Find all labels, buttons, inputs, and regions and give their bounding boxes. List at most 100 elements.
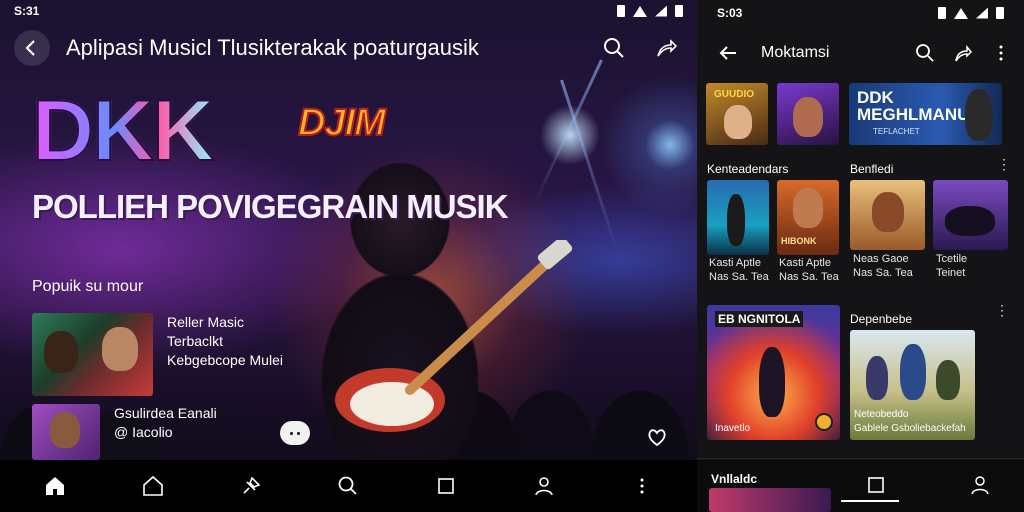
library-panel: S:03 Moktamsi GUUDIO DDK MEGHLMANU TEFLA… <box>697 0 1024 512</box>
home-filled-icon <box>45 477 64 495</box>
tile-caption-line: Nas Sa. Tea <box>853 267 913 279</box>
artist-face <box>44 331 78 373</box>
tile-caption: Neteobeddo Gablele Gsboliebackefah <box>854 408 966 436</box>
app-root: S:31 Aplipasi Musicl Tlusikterakak poatu… <box>0 0 1024 512</box>
profile-icon <box>535 477 553 496</box>
signal-icon <box>976 7 988 19</box>
artist-silhouette <box>727 194 745 246</box>
featured-album-label: DDK MEGHLMANU <box>857 88 970 124</box>
section1-right-label: Benfledi <box>850 162 894 176</box>
album-tile[interactable]: HIBONK <box>777 180 839 255</box>
nav-home[interactable] <box>133 466 173 506</box>
status-bar: S:31 <box>0 0 697 22</box>
song-meta: Kebgebcope Mulei <box>167 352 283 368</box>
album-tile[interactable] <box>709 488 831 512</box>
popular-section-label: Popuik su mour <box>32 278 144 295</box>
song-title: Gsulirdea Eanali <box>114 405 217 421</box>
album-tile[interactable]: GUUDIO <box>706 83 768 145</box>
search-button[interactable] <box>910 38 940 68</box>
artist-face <box>872 192 904 232</box>
nav-profile[interactable] <box>524 466 564 506</box>
status-time: S:31 <box>14 4 40 18</box>
album-tile[interactable] <box>777 83 839 145</box>
share-icon <box>657 39 677 57</box>
artist-face <box>724 105 752 139</box>
artist-silhouette <box>965 89 993 141</box>
more-icon <box>999 45 1003 61</box>
search-icon <box>916 44 934 62</box>
album-art <box>32 404 100 460</box>
artist-silhouette <box>936 360 960 400</box>
album-tile[interactable]: Neteobeddo Gablele Gsboliebackefah <box>850 330 975 440</box>
tile-caption-line: Nas Sa. Tea <box>709 271 769 283</box>
wifi-icon <box>633 5 647 17</box>
tile-caption-line: Kasti Aptle <box>779 257 831 269</box>
back-arrow-icon <box>25 40 35 56</box>
nav-more[interactable] <box>622 466 662 506</box>
search-icon <box>339 476 358 495</box>
back-button[interactable] <box>14 30 50 66</box>
tile-caption-line: Teinet <box>936 267 966 279</box>
album-art <box>32 313 153 396</box>
status-time: S:03 <box>717 6 743 20</box>
library-title: Moktamsi <box>761 44 830 61</box>
artist-face <box>793 188 823 228</box>
battery-icon <box>996 7 1004 19</box>
tile-caption-line: Nas Sa. Tea <box>779 271 839 283</box>
tile-caption-line: Neas Gaoe <box>853 253 909 265</box>
share-button[interactable] <box>649 31 683 65</box>
featured-tile-title: EB NGNITOLA <box>715 311 804 327</box>
back-button[interactable] <box>713 38 743 68</box>
hero-subtitle: POLLIEH POVIGEGRAIN MUSIK <box>32 188 509 225</box>
overflow-menu-button[interactable] <box>986 38 1016 68</box>
back-arrow-icon <box>719 46 736 60</box>
active-tab-indicator <box>841 500 899 502</box>
nav-search[interactable] <box>328 466 368 506</box>
main-player-panel: S:31 Aplipasi Musicl Tlusikterakak poatu… <box>0 0 697 512</box>
battery-icon <box>675 5 683 17</box>
stage-light-beam <box>532 59 603 206</box>
artist-face <box>793 97 823 137</box>
nav-pin[interactable] <box>231 466 271 506</box>
search-button[interactable] <box>597 31 631 65</box>
song-card-text: Reller Masic Terbaclkt Kebgebcope Mulei <box>167 313 283 396</box>
battery-icon <box>938 7 946 19</box>
signal-icon <box>655 5 667 17</box>
more-icon <box>640 478 644 494</box>
album-tile[interactable] <box>707 180 769 255</box>
bottom-nav <box>0 460 697 512</box>
album-tile[interactable] <box>850 180 925 250</box>
nav-profile[interactable] <box>967 472 993 498</box>
section1-more-button[interactable]: ⋮ <box>997 156 1011 173</box>
album-tile[interactable] <box>933 180 1008 250</box>
library-top-bar: Moktamsi <box>697 30 1024 76</box>
artist-face <box>102 327 138 371</box>
featured-album-sub: TEFLACHET <box>873 127 920 136</box>
song-card[interactable]: Reller Masic Terbaclkt Kebgebcope Mulei <box>32 313 283 396</box>
nav-stop[interactable] <box>426 466 466 506</box>
song-card[interactable]: Gsulirdea Eanali @ Iacolio <box>32 404 217 460</box>
nav-home-active[interactable] <box>35 466 75 506</box>
play-pause-button[interactable] <box>280 421 310 445</box>
featured-tile[interactable]: EB NGNITOLA Inavetlo <box>707 305 840 440</box>
featured-album-tile[interactable]: DDK MEGHLMANU TEFLACHET <box>849 83 1002 145</box>
badge-icon <box>815 413 833 431</box>
square-icon <box>438 478 455 494</box>
section2-more-button[interactable]: ⋮ <box>995 302 1009 319</box>
tile-caption: Kasti Aptle Nas Sa. Tea <box>709 256 769 284</box>
artist-silhouette <box>900 344 926 400</box>
song-title: Reller Masic <box>167 314 245 330</box>
search-icon <box>604 38 624 58</box>
tile-caption: Neas Gaoe Nas Sa. Tea <box>853 252 913 280</box>
tile-caption: Kasti Aptle Nas Sa. Tea <box>779 256 839 284</box>
status-bar: S:03 <box>697 0 1024 26</box>
stage-light-beam <box>560 79 619 252</box>
hero-badge: DJIM <box>297 101 387 145</box>
tile-caption: Tcetile Teinet <box>936 252 967 280</box>
pin-icon <box>243 476 261 494</box>
app-title: Aplipasi Musicl Tlusikterakak poaturgaus… <box>66 35 479 60</box>
heart-icon[interactable] <box>646 426 668 448</box>
share-button[interactable] <box>948 38 978 68</box>
nav-stop[interactable] <box>863 472 889 498</box>
song-subtitle: Terbaclkt <box>167 333 224 349</box>
